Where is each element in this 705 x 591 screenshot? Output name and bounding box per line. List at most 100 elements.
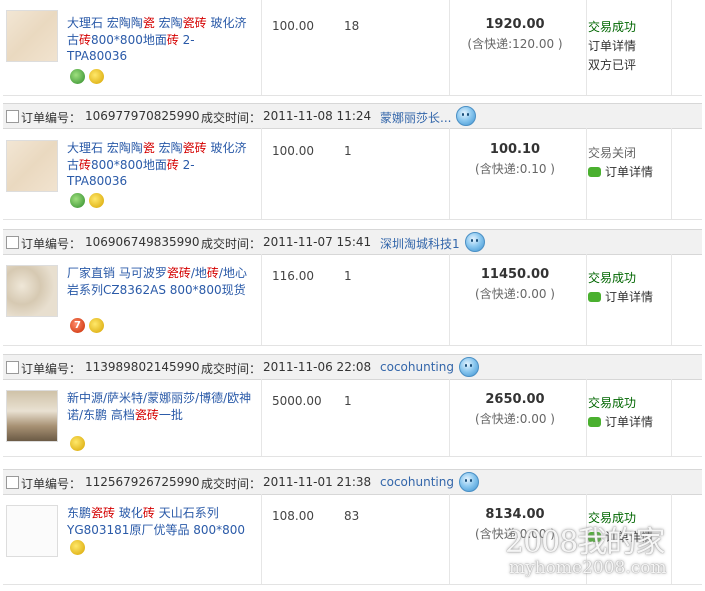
order-detail-link[interactable]: 订单详情 xyxy=(588,37,668,56)
order-status: 交易成功 订单详情 双方已评 xyxy=(588,18,668,75)
product-thumbnail[interactable] xyxy=(6,505,58,557)
column-divider xyxy=(586,254,587,345)
order-checkbox[interactable] xyxy=(6,110,19,123)
wangwang-chat-icon[interactable] xyxy=(459,357,479,377)
unit-price: 100.00 xyxy=(272,19,314,33)
column-divider xyxy=(671,379,672,456)
order-detail-label: 订单详情 xyxy=(605,415,654,429)
column-divider xyxy=(671,254,672,345)
shipping-fee: (含快递:120.00 ) xyxy=(467,37,563,51)
title-text: 玻化 xyxy=(115,506,143,520)
column-divider xyxy=(261,379,262,456)
product-thumbnail[interactable] xyxy=(6,390,58,442)
title-keyword-highlight: 砖 xyxy=(79,32,92,47)
order-header: 订单编号： 106977970825990 成交时间： 2011-11-08 11:2… xyxy=(3,103,702,129)
status-text: 交易成功 xyxy=(588,396,637,410)
consumer-protection-icon[interactable] xyxy=(70,193,85,208)
unit-price: 116.00 xyxy=(272,269,314,283)
total-amount: 8134.00 xyxy=(485,507,545,522)
product-title-link[interactable]: 厂家直销 马可波罗瓷砖/地砖/地心岩系列CZ8362AS 800*800现货 xyxy=(67,265,252,298)
title-keyword-highlight: 瓷 xyxy=(142,16,155,30)
seller-link[interactable]: cocohunting xyxy=(380,475,454,489)
message-icon[interactable] xyxy=(588,416,601,427)
seven-day-return-icon[interactable]: 7 xyxy=(70,318,85,333)
status-text: 交易关闭 xyxy=(588,146,637,160)
order-number: 112567926725990 xyxy=(85,475,200,489)
order-checkbox[interactable] xyxy=(6,476,19,489)
guarantee-icon[interactable] xyxy=(70,436,85,451)
order-detail-label: 订单详情 xyxy=(588,39,637,53)
message-icon[interactable] xyxy=(588,166,601,177)
order-number-label: 订单编号： xyxy=(21,237,82,251)
order-number: 113989802145990 xyxy=(85,360,200,374)
column-divider xyxy=(586,379,587,456)
unit-price: 108.00 xyxy=(272,509,314,523)
column-divider xyxy=(261,494,262,584)
order-number: 106977970825990 xyxy=(85,109,200,123)
guarantee-icon[interactable] xyxy=(70,540,85,555)
product-thumbnail[interactable] xyxy=(6,265,58,317)
product-thumbnail[interactable] xyxy=(6,140,58,192)
order-list: 大理石 宏陶陶瓷 宏陶瓷砖 玻化济古砖800*800地面砖 2-TPA80036… xyxy=(0,0,705,591)
seller-link[interactable]: 蒙娜丽莎长... xyxy=(380,109,451,126)
unit-price: 5000.00 xyxy=(272,394,322,408)
column-divider xyxy=(671,128,672,219)
total-amount: 1920.00 xyxy=(485,17,545,32)
order-checkbox[interactable] xyxy=(6,236,19,249)
order-header: 订单编号： 106906749835990 成交时间： 2011-11-07 15:4… xyxy=(3,229,702,255)
order-number-label: 订单编号： xyxy=(21,111,82,125)
order-total: 2650.00 (含快递:0.00 ) xyxy=(450,392,580,427)
order-detail-link[interactable]: 订单详情 xyxy=(588,288,668,307)
order-time: 2011-11-07 15:41 xyxy=(263,235,372,249)
product-title-link[interactable]: 大理石 宏陶陶瓷 宏陶瓷砖 玻化济古砖800*800地面砖 2-TPA80036 xyxy=(67,140,252,190)
order-total: 100.10 (含快递:0.10 ) xyxy=(450,142,580,177)
column-divider xyxy=(261,0,262,95)
seller-link[interactable]: 深圳淘城科技1 xyxy=(380,235,460,252)
column-divider xyxy=(261,254,262,345)
service-icons xyxy=(70,69,108,85)
guarantee-icon[interactable] xyxy=(89,193,104,208)
quantity: 1 xyxy=(344,269,352,283)
seller-link[interactable]: cocohunting xyxy=(380,360,454,374)
product-title-link[interactable]: 大理石 宏陶陶瓷 宏陶瓷砖 玻化济古砖800*800地面砖 2-TPA80036 xyxy=(67,15,252,65)
title-keyword-highlight: 瓷砖 xyxy=(134,407,159,422)
title-text: 宏陶 xyxy=(154,16,183,30)
title-keyword-highlight: 瓷砖 xyxy=(182,16,207,30)
guarantee-icon[interactable] xyxy=(89,318,104,333)
quantity: 1 xyxy=(344,144,352,158)
order-checkbox[interactable] xyxy=(6,361,19,374)
order-detail-link[interactable]: 订单详情 xyxy=(588,413,668,432)
order-header: 订单编号： 112567926725990 成交时间： 2011-11-01 21:3… xyxy=(3,469,702,495)
service-icons xyxy=(70,540,89,556)
column-divider xyxy=(586,0,587,95)
message-icon[interactable] xyxy=(588,291,601,302)
order-time-label: 成交时间： xyxy=(201,111,262,125)
quantity: 83 xyxy=(344,509,360,523)
order-detail-label: 订单详情 xyxy=(605,290,654,304)
product-title-link[interactable]: 新中源/萨米特/蒙娜丽莎/博德/欧神诺/东鹏 高档瓷砖一批 xyxy=(67,390,252,423)
service-icons: 7 xyxy=(70,318,108,334)
order-number-label: 订单编号： xyxy=(21,362,82,376)
order-detail-link[interactable]: 订单详情 xyxy=(588,163,668,182)
title-text: 厂家直销 马可波罗 xyxy=(67,266,167,280)
title-keyword-highlight: 瓷砖 xyxy=(91,506,116,520)
product-thumbnail[interactable] xyxy=(6,10,58,62)
watermark: 2008我的家 myhome2008.com xyxy=(505,527,705,587)
order-time-label: 成交时间： xyxy=(201,477,262,491)
guarantee-icon[interactable] xyxy=(89,69,104,84)
service-icons xyxy=(70,193,108,209)
wangwang-chat-icon[interactable] xyxy=(459,472,479,492)
wangwang-chat-icon[interactable] xyxy=(465,232,485,252)
unit-price: 100.00 xyxy=(272,144,314,158)
wangwang-chat-icon[interactable] xyxy=(456,106,476,126)
title-text: 800*800地面 xyxy=(91,157,167,172)
product-title-link[interactable]: 东鹏瓷砖 玻化砖 天山石系列YG803181原厂优等品 800*800 xyxy=(67,505,252,538)
order-time: 2011-11-08 11:24 xyxy=(263,109,372,123)
consumer-protection-icon[interactable] xyxy=(70,69,85,84)
quantity: 1 xyxy=(344,394,352,408)
order-time: 2011-11-06 22:08 xyxy=(263,360,372,374)
total-amount: 11450.00 xyxy=(480,267,550,282)
order-time-label: 成交时间： xyxy=(201,237,262,251)
title-text: 东鹏 xyxy=(67,506,92,520)
order-header: 订单编号： 113989802145990 成交时间： 2011-11-06 22:0… xyxy=(3,354,702,380)
